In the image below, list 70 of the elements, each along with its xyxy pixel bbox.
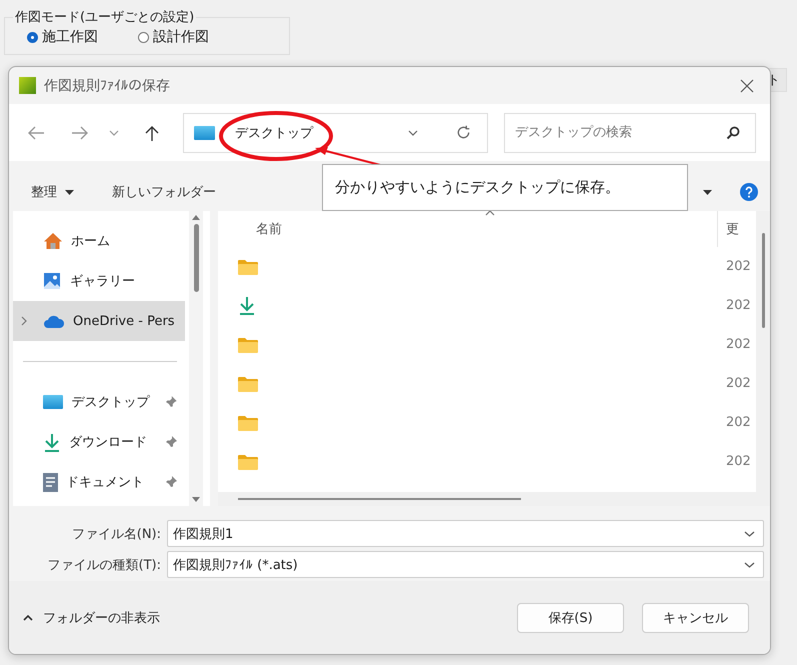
address-path: デスクトップ — [235, 124, 313, 142]
address-bar[interactable]: デスクトップ — [183, 112, 488, 152]
caret-icon — [65, 190, 74, 194]
chevron-down-icon[interactable] — [744, 530, 755, 536]
download-icon — [238, 296, 256, 315]
field-label: ファイル名(N): — [70, 526, 161, 542]
forward-icon[interactable] — [71, 126, 89, 140]
search-icon — [726, 126, 740, 140]
file-row[interactable]: 202 — [238, 403, 756, 442]
file-type-dropdown[interactable]: 作図規則ﾌｧｲﾙ (*.ats) — [167, 551, 764, 578]
chevron-up-icon — [23, 614, 33, 620]
file-row[interactable]: 202 — [238, 286, 756, 325]
app-icon — [19, 77, 36, 94]
pin-icon — [165, 436, 177, 448]
help-icon[interactable] — [740, 183, 758, 201]
window-title: 作図規則ﾌｧｲﾙの保存 — [44, 76, 170, 94]
file-name-field[interactable]: 作図規則1 — [167, 520, 764, 547]
radio-button[interactable]: 施工作図 — [27, 28, 98, 46]
up-icon[interactable] — [145, 124, 159, 140]
scroll-down-icon[interactable] — [192, 497, 200, 502]
date-text: 202 — [725, 337, 752, 352]
close-icon[interactable] — [740, 78, 754, 92]
nav-item[interactable]: ギャラリー — [13, 261, 185, 301]
column-header[interactable]: 名前 — [256, 220, 282, 238]
chevron-down-icon[interactable] — [408, 130, 418, 136]
refresh-icon[interactable] — [456, 125, 471, 140]
sort-caret-icon — [485, 210, 495, 216]
file-row[interactable]: 202 — [238, 247, 756, 286]
folder-icon — [238, 376, 258, 392]
cloud-icon — [43, 314, 65, 328]
date-text: 202 — [725, 376, 752, 391]
nav-item[interactable]: ドキュメント — [13, 462, 185, 502]
date-text: 202 — [725, 298, 752, 313]
folder-icon — [238, 258, 258, 274]
nav-item[interactable]: OneDrive - Pers — [13, 301, 185, 341]
folder-icon — [238, 336, 258, 352]
callout-text: 分かりやすいようにデスクトップに保存。 — [322, 164, 688, 211]
nav-item[interactable]: ホーム — [13, 221, 185, 261]
search-field[interactable]: デスクトップの検索 — [504, 112, 756, 152]
desktop-icon — [43, 395, 64, 409]
caret-icon[interactable] — [703, 190, 712, 194]
download-icon — [43, 432, 61, 452]
nav-item[interactable]: ダウンロード — [13, 422, 185, 462]
back-icon[interactable] — [27, 126, 45, 140]
chevron-down-icon[interactable] — [744, 562, 755, 568]
home-icon — [43, 232, 63, 250]
pin-icon — [165, 396, 177, 408]
folder-icon — [238, 414, 258, 430]
gallery-icon — [43, 272, 62, 290]
desktop-icon — [194, 126, 215, 140]
expand-icon[interactable] — [21, 316, 27, 326]
field-label: ファイルの種類(T): — [46, 556, 161, 574]
scroll-up-icon[interactable] — [192, 215, 200, 220]
nav-item[interactable]: デスクトップ — [13, 382, 185, 422]
document-icon — [43, 472, 58, 492]
dialog-button[interactable]: 保存(S) — [517, 602, 624, 632]
group-title: 作図モード(ユーザごとの設定) — [13, 8, 196, 26]
file-row[interactable]: 202 — [238, 364, 756, 403]
date-text: 202 — [725, 259, 752, 274]
file-row[interactable]: 202 — [238, 442, 756, 481]
new-folder-button[interactable]: 新しいフォルダー — [112, 183, 216, 201]
date-text: 202 — [725, 454, 752, 469]
file-row[interactable]: 202 — [238, 325, 756, 364]
folder-icon — [238, 454, 258, 470]
organize-menu[interactable]: 整理 — [31, 183, 74, 201]
pin-icon — [165, 476, 177, 488]
hide-folders-button[interactable]: フォルダーの非表示 — [23, 608, 160, 626]
date-text: 202 — [725, 415, 752, 430]
radio-button[interactable]: 設計作図 — [138, 28, 209, 46]
dialog-button[interactable]: キャンセル — [642, 602, 749, 632]
